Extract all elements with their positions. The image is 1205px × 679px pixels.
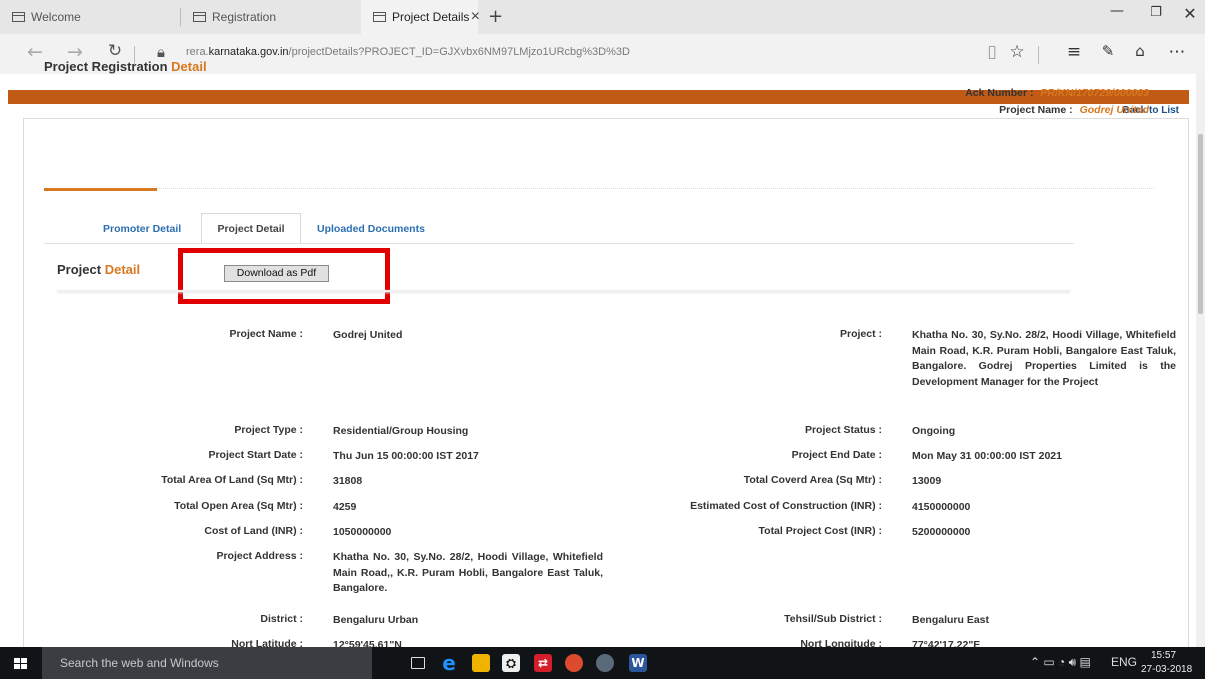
snipping-tool-icon[interactable] — [596, 654, 614, 672]
minimize-icon[interactable]: — — [1107, 3, 1127, 19]
field-label-project: Project : — [839, 328, 882, 340]
nav-divider — [1038, 46, 1039, 64]
section-title-accent: Detail — [104, 262, 141, 277]
windows-start-icon[interactable] — [14, 658, 28, 669]
address-bar[interactable]: rera.karnataka.gov.in/projectDetails?PRO… — [186, 46, 630, 58]
project-name-label: Project Name : — [999, 104, 1073, 116]
tab-project-details-bg: Project Details × — [361, 0, 480, 34]
field-label-end-date: Project End Date : — [791, 449, 882, 461]
more-options-icon[interactable]: ⋯ — [1165, 42, 1189, 62]
tab-project-detail[interactable]: Project Detail — [201, 213, 301, 244]
field-label-project-type: Project Type : — [234, 424, 303, 436]
tab-label: Welcome — [31, 10, 81, 24]
field-value-covered-area: 13009 — [912, 475, 942, 487]
tray-icons[interactable]: ⌃ ▭ ◔ 🔊︎ ▤ — [1030, 655, 1091, 670]
highlight-box — [178, 248, 390, 304]
refresh-icon[interactable]: ↻ — [102, 41, 128, 61]
language-indicator[interactable]: ENG — [1111, 655, 1137, 669]
share-icon[interactable]: ⌂ — [1128, 42, 1152, 60]
field-label-address: Project Address : — [216, 550, 303, 562]
registration-title: Project Registration Detail — [44, 59, 207, 74]
section-title-text: Project — [57, 262, 102, 277]
windows-taskbar: Search the web and Windows e ⛭ ⇄ W ⌃ ▭ ◔… — [0, 647, 1205, 679]
field-value-project-type: Residential/Group Housing — [333, 425, 469, 437]
tabs-baseline — [44, 243, 1074, 244]
project-detail-heading: Project Detail — [57, 262, 140, 277]
store-icon[interactable]: ⛭ — [502, 654, 520, 672]
scrollbar-thumb[interactable] — [1198, 134, 1203, 314]
field-label-project-status: Project Status : — [804, 424, 882, 436]
field-value-project: Khatha No. 30, Sy.No. 28/2, Hoodi Villag… — [912, 329, 1176, 388]
field-value-project-name: Godrej United — [333, 329, 403, 341]
registration-title-text: Project Registration — [44, 59, 168, 74]
registration-title-accent: Detail — [171, 59, 207, 74]
browser-tab-strip: Welcome Registration Project Details Pro… — [0, 0, 1205, 34]
reading-view-icon[interactable]: ▯ — [980, 42, 1004, 62]
field-label-open-area: Total Open Area (Sq Mtr) : — [174, 500, 303, 512]
edge-browser-icon[interactable]: e — [440, 653, 458, 673]
close-tab-icon[interactable]: × — [471, 8, 480, 26]
hub-menu-icon[interactable]: ≡ — [1062, 42, 1086, 62]
field-label-covered-area: Total Coverd Area (Sq Mtr) : — [743, 474, 882, 486]
task-view-icon[interactable] — [411, 657, 425, 669]
field-value-total-cost: 5200000000 — [912, 526, 971, 538]
field-value-tehsil: Bengaluru East — [912, 614, 990, 626]
tab-label: Registration — [212, 10, 277, 24]
header-divider — [44, 188, 1154, 189]
field-label-start-date: Project Start Date : — [208, 449, 303, 461]
project-name-row: Project Name : Godrej United — [999, 104, 1149, 116]
new-tab-button[interactable]: + — [488, 6, 503, 27]
field-value-address: Khatha No. 30, Sy.No. 28/2, Hoodi Villag… — [333, 551, 603, 594]
ack-number-value: PR/KN/170729/000003 — [1040, 87, 1149, 99]
field-label-construction-cost: Estimated Cost of Construction (INR) : — [690, 500, 882, 512]
web-note-icon[interactable]: ✎ — [1096, 42, 1120, 60]
url-domain: karnataka.gov.in — [208, 46, 289, 58]
chrome-icon[interactable] — [565, 654, 583, 672]
clock-time[interactable]: 15:57 — [1151, 650, 1176, 661]
file-explorer-icon[interactable] — [472, 654, 490, 672]
page-icon — [12, 12, 25, 22]
section-divider — [57, 290, 1070, 292]
ack-number-row: Ack Number : PR/KN/170729/000003 — [965, 87, 1149, 99]
title-underline — [44, 188, 157, 191]
url-prefix: rera. — [186, 46, 209, 58]
taskbar-search-placeholder: Search the web and Windows — [60, 656, 219, 670]
transfer-app-icon[interactable]: ⇄ — [534, 654, 552, 672]
field-value-open-area: 4259 — [333, 501, 357, 513]
field-value-construction-cost: 4150000000 — [912, 501, 971, 513]
field-label-project-name: Project Name : — [229, 328, 303, 340]
page-icon — [373, 12, 386, 22]
field-label-tehsil: Tehsil/Sub District : — [784, 613, 882, 625]
field-label-land-area: Total Area Of Land (Sq Mtr) : — [161, 474, 303, 486]
field-value-end-date: Mon May 31 00:00:00 IST 2021 — [912, 450, 1062, 462]
field-value-land-cost: 1050000000 — [333, 526, 392, 538]
field-label-total-cost: Total Project Cost (INR) : — [758, 525, 882, 537]
field-label-district: District : — [260, 613, 303, 625]
close-window-icon[interactable]: ✕ — [1180, 4, 1200, 23]
ack-number-label: Ack Number : — [965, 87, 1034, 99]
field-value-project-status: Ongoing — [912, 425, 956, 437]
tab-registration[interactable]: Registration — [181, 0, 361, 34]
field-value-land-area: 31808 — [333, 475, 363, 487]
word-icon[interactable]: W — [629, 654, 647, 672]
tab-welcome[interactable]: Welcome — [0, 0, 180, 34]
tab-label: Project Details — [392, 10, 470, 24]
field-value-start-date: Thu Jun 15 00:00:00 IST 2017 — [333, 450, 479, 462]
tab-uploaded-documents[interactable]: Uploaded Documents — [317, 214, 425, 245]
tab-promoter-detail[interactable]: Promoter Detail — [103, 214, 181, 245]
url-path: /projectDetails?PROJECT_ID=GJXvbx6NM97LM… — [288, 46, 630, 58]
taskbar-search-box[interactable]: Search the web and Windows — [42, 647, 372, 679]
project-name-value: Godrej United — [1079, 104, 1149, 116]
page-icon — [193, 12, 206, 22]
field-label-land-cost: Cost of Land (INR) : — [204, 525, 303, 537]
favorite-star-icon[interactable]: ☆ — [1005, 42, 1029, 62]
field-value-district: Bengaluru Urban — [333, 614, 419, 626]
restore-icon[interactable]: ❐ — [1146, 5, 1166, 20]
clock-date[interactable]: 27-03-2018 — [1141, 664, 1192, 675]
